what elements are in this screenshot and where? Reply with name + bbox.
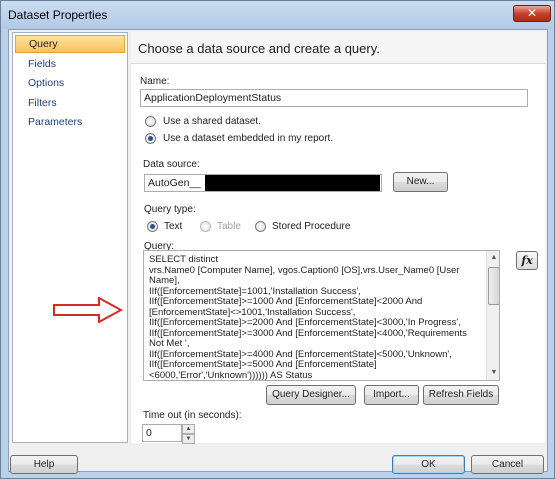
dialog-client-area: Query Fields Options Filters Parameters … <box>8 29 548 472</box>
function-icon: fx <box>521 254 533 267</box>
query-textarea[interactable]: SELECT distinct vrs.Name0 [Computer Name… <box>143 250 500 381</box>
dataset-properties-dialog: Dataset Properties ✕ Query Fields Option… <box>0 0 555 479</box>
spin-down-icon[interactable]: ▼ <box>182 434 195 444</box>
shared-dataset-radio[interactable] <box>145 116 156 127</box>
sidebar-item-parameters[interactable]: Parameters <box>15 113 125 131</box>
sidebar-item-query[interactable]: Query <box>15 35 125 53</box>
expression-button[interactable]: fx <box>516 251 538 270</box>
spin-up-icon[interactable]: ▲ <box>182 424 195 434</box>
refresh-fields-button[interactable]: Refresh Fields <box>423 385 499 405</box>
query-type-text-label: Text <box>164 221 183 232</box>
close-button[interactable]: ✕ <box>513 5 551 22</box>
query-type-text-radio[interactable] <box>147 221 158 232</box>
help-button[interactable]: Help <box>10 455 78 474</box>
timeout-field[interactable]: 0 <box>142 424 182 442</box>
close-icon: ✕ <box>526 6 538 20</box>
sidebar-item-filters[interactable]: Filters <box>15 94 125 112</box>
query-page: Choose a data source and create a query.… <box>131 32 545 443</box>
import-button[interactable]: Import... <box>364 385 419 405</box>
query-designer-button[interactable]: Query Designer... <box>266 385 356 405</box>
query-type-stored-procedure-label: Stored Procedure <box>272 221 351 232</box>
embedded-dataset-radio[interactable] <box>145 133 156 144</box>
query-type-table-label: Table <box>217 221 241 232</box>
query-scrollbar[interactable]: ▲ ▼ <box>486 251 499 380</box>
sidebar-item-fields[interactable]: Fields <box>15 55 125 73</box>
sidebar-item-options[interactable]: Options <box>15 74 125 92</box>
redaction-bar <box>205 175 380 191</box>
title-bar[interactable]: Dataset Properties ✕ <box>1 1 554 29</box>
new-data-source-button[interactable]: New... <box>393 172 448 192</box>
query-text: SELECT distinct vrs.Name0 [Computer Name… <box>149 254 467 381</box>
cancel-button[interactable]: Cancel <box>471 455 544 474</box>
name-field[interactable]: ApplicationDeploymentStatus <box>140 89 528 107</box>
query-type-table-radio[interactable] <box>200 221 211 232</box>
shared-dataset-label: Use a shared dataset. <box>163 116 261 127</box>
query-type-stored-procedure-radio[interactable] <box>255 221 266 232</box>
scroll-down-icon[interactable]: ▼ <box>487 366 499 380</box>
dialog-title: Dataset Properties <box>8 8 108 22</box>
page-title: Choose a data source and create a query. <box>138 41 380 56</box>
annotation-arrow-icon <box>53 297 123 323</box>
embedded-dataset-label: Use a dataset embedded in my report. <box>163 133 334 144</box>
ok-button[interactable]: OK <box>392 455 465 474</box>
timeout-label: Time out (in seconds): <box>143 410 242 421</box>
data-source-value: AutoGen__ <box>148 177 202 189</box>
data-source-label: Data source: <box>143 159 200 170</box>
sidebar-nav: Query Fields Options Filters Parameters <box>12 32 128 443</box>
scroll-up-icon[interactable]: ▲ <box>487 251 499 265</box>
timeout-spinner[interactable]: ▲ ▼ <box>182 424 195 444</box>
scroll-thumb[interactable] <box>488 267 499 305</box>
page-header: Choose a data source and create a query. <box>131 32 545 64</box>
name-label: Name: <box>140 76 170 87</box>
query-type-label: Query type: <box>144 204 196 215</box>
